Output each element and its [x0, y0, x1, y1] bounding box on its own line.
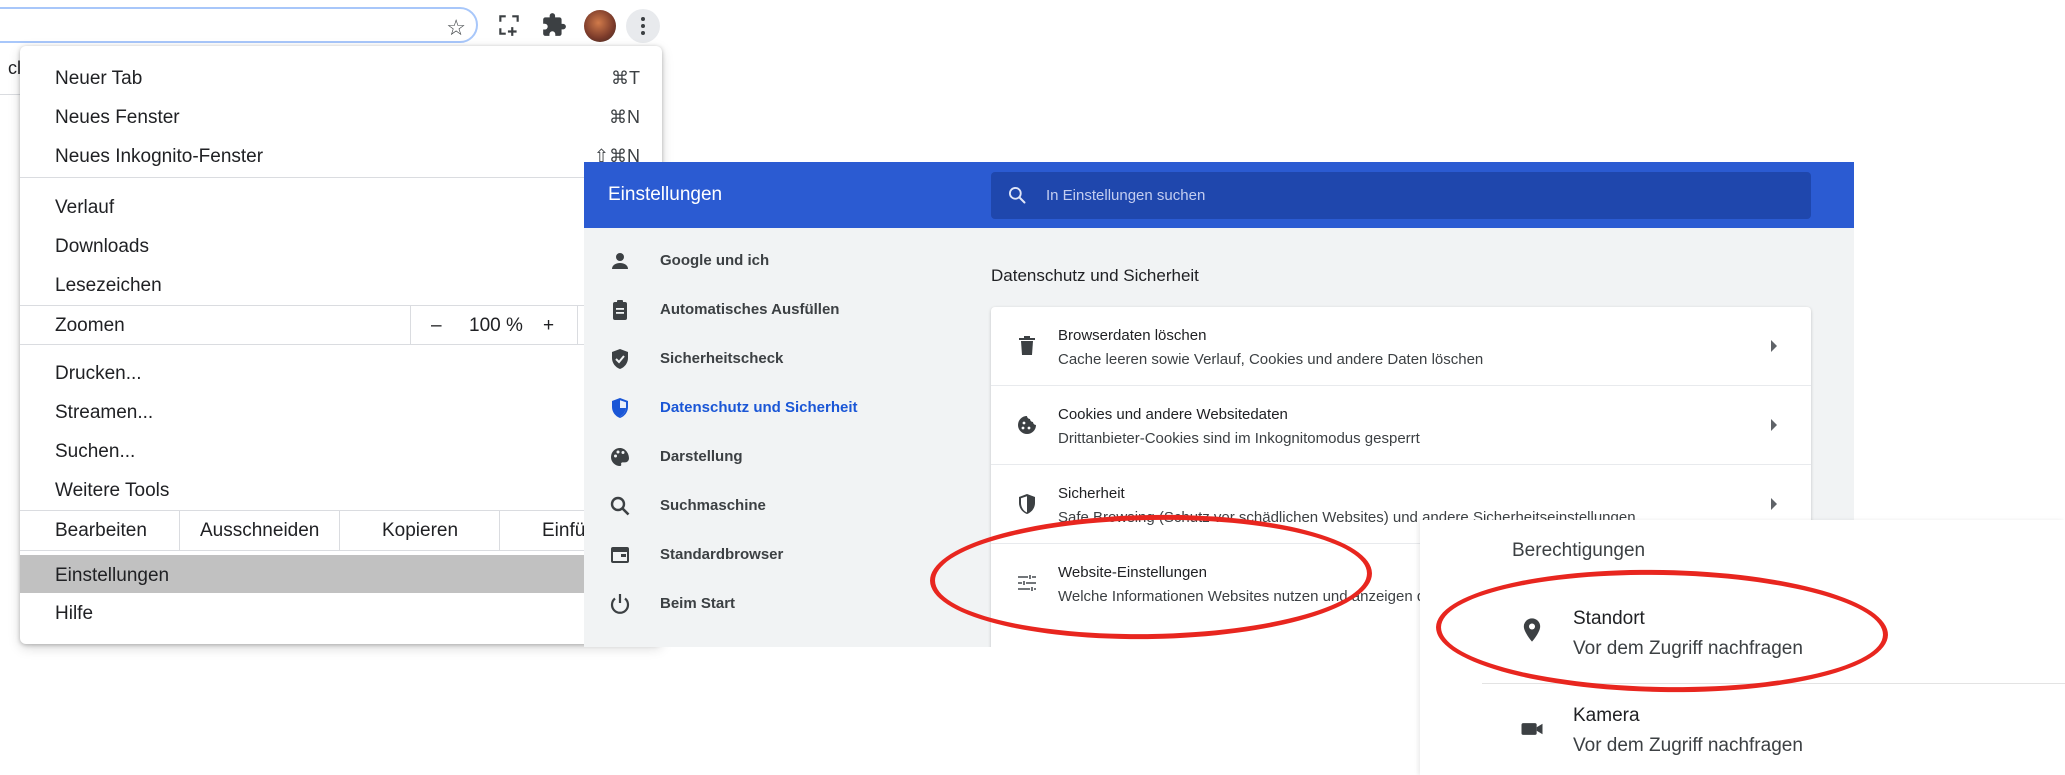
sidebar-item-appearance[interactable]: Darstellung [584, 437, 974, 477]
section-title: Datenschutz und Sicherheit [991, 266, 1199, 285]
chevron-right-icon [1771, 498, 1777, 510]
shield-privacy-icon [608, 396, 632, 420]
clipboard-icon [608, 298, 632, 322]
palette-icon [608, 445, 632, 469]
shield-icon [1015, 492, 1039, 516]
browser-toolbar: ☆ [0, 0, 670, 52]
menu-item-label: Zoomen [55, 315, 125, 336]
chevron-right-icon [1771, 419, 1777, 431]
sidebar-item-label: Suchmaschine [660, 497, 766, 514]
sidebar-item-autofill[interactable]: Automatisches Ausfüllen [584, 290, 974, 330]
copy-button[interactable]: Kopieren [340, 510, 500, 550]
sidebar-item-label: Darstellung [660, 448, 743, 465]
menu-shortcut: ⌘N [609, 107, 640, 127]
extensions-puzzle-icon[interactable] [541, 12, 569, 40]
zoom-in-button[interactable]: + [543, 315, 554, 337]
menu-item-label: Neuer Tab [55, 68, 143, 89]
menu-item-label: Downloads [55, 236, 149, 257]
menu-item-new-window[interactable]: Neues Fenster ⌘N [20, 98, 662, 134]
more-menu-button[interactable] [626, 9, 660, 43]
menu-item-label: Suchen... [55, 441, 136, 462]
camera-icon [1518, 715, 1546, 743]
page-edge-divider [0, 94, 20, 95]
menu-item-cast[interactable]: Streamen... [20, 393, 662, 429]
zoom-divider [577, 306, 578, 344]
permission-subtitle: Vor dem Zugriff nachfragen [1573, 735, 1803, 756]
search-placeholder: In Einstellungen suchen [1046, 187, 1206, 204]
zoom-level: 100 % [469, 315, 523, 336]
menu-item-label: Neues Fenster [55, 107, 180, 128]
menu-item-label: Streamen... [55, 402, 154, 423]
menu-item-label: Kopieren [382, 520, 459, 541]
menu-divider [20, 344, 662, 345]
cut-button[interactable]: Ausschneiden [180, 510, 340, 550]
sidebar-item-default-browser[interactable]: Standardbrowser [584, 535, 974, 575]
address-bar[interactable]: ☆ [0, 7, 478, 43]
settings-row-clear-browsing-data[interactable]: Browserdaten löschen Cache leeren sowie … [991, 307, 1811, 385]
menu-item-history[interactable]: Verlauf [20, 188, 662, 224]
sidebar-item-google-und-ich[interactable]: Google und ich [584, 241, 974, 281]
permission-title: Kamera [1573, 705, 1640, 726]
menu-item-label: Drucken... [55, 363, 142, 384]
sidebar-item-privacy[interactable]: Datenschutz und Sicherheit [584, 388, 974, 428]
menu-item-zoom: Zoomen – 100 % + [20, 306, 662, 344]
sidebar-item-label: Google und ich [660, 252, 770, 269]
row-subtitle: Drittanbieter-Cookies sind im Inkognitom… [1058, 430, 1420, 447]
row-subtitle: Cache leeren sowie Verlauf, Cookies und … [1058, 351, 1484, 368]
menu-item-downloads[interactable]: Downloads [20, 227, 662, 263]
row-title: Cookies und andere Websitedaten [1058, 406, 1288, 423]
settings-search-input[interactable]: In Einstellungen suchen [991, 172, 1811, 219]
browser-window-icon [608, 543, 632, 567]
menu-item-label: Weitere Tools [55, 480, 170, 501]
cookie-icon [1015, 413, 1039, 437]
menu-item-label: Einstellungen [55, 565, 170, 586]
shield-check-icon [608, 347, 632, 371]
settings-header: Einstellungen In Einstellungen suchen [584, 162, 1854, 228]
trash-icon [1015, 334, 1039, 358]
settings-row-cookies[interactable]: Cookies und andere Websitedaten Drittanb… [991, 386, 1811, 464]
menu-divider [20, 177, 662, 178]
profile-avatar[interactable] [584, 10, 616, 42]
menu-item-label: Lesezeichen [55, 275, 162, 296]
menu-item-label: Neues Inkognito-Fenster [55, 146, 264, 167]
permissions-title: Berechtigungen [1512, 540, 1646, 561]
zoom-out-button[interactable]: – [431, 315, 442, 337]
menu-item-edit: Bearbeiten [20, 510, 180, 550]
menu-item-label: Ausschneiden [200, 520, 320, 541]
sidebar-item-label: Datenschutz und Sicherheit [660, 399, 858, 416]
menu-item-new-tab[interactable]: Neuer Tab ⌘T [20, 59, 662, 95]
bookmark-star-icon[interactable]: ☆ [446, 15, 466, 41]
menu-item-label: Hilfe [55, 603, 94, 624]
menu-item-more-tools[interactable]: Weitere Tools [20, 471, 662, 507]
menu-item-settings[interactable]: Einstellungen [20, 555, 662, 593]
row-title: Browserdaten löschen [1058, 327, 1207, 344]
menu-item-help[interactable]: Hilfe [20, 594, 662, 630]
sidebar-item-on-startup[interactable]: Beim Start [584, 584, 974, 624]
menu-item-print[interactable]: Drucken... [20, 354, 662, 390]
menu-item-label: Verlauf [55, 197, 115, 218]
sidebar-item-label: Sicherheitscheck [660, 350, 784, 367]
menu-item-new-incognito[interactable]: Neues Inkognito-Fenster ⇧⌘N [20, 137, 662, 173]
settings-title: Einstellungen [608, 184, 723, 205]
sidebar-item-label: Standardbrowser [660, 546, 784, 563]
menu-shortcut: ⌘T [611, 68, 640, 88]
search-icon [1007, 185, 1027, 205]
sidebar-item-search-engine[interactable]: Suchmaschine [584, 486, 974, 526]
menu-item-find[interactable]: Suchen... [20, 432, 662, 468]
chevron-right-icon [1771, 340, 1777, 352]
menu-item-bookmarks[interactable]: Lesezeichen [20, 266, 662, 302]
menu-edit-row: Bearbeiten Ausschneiden Kopieren Einfü [20, 510, 662, 550]
menu-divider [20, 550, 662, 551]
menu-item-label: Bearbeiten [55, 520, 147, 541]
sidebar-item-safety-check[interactable]: Sicherheitscheck [584, 339, 974, 379]
row-title: Sicherheit [1058, 485, 1125, 502]
screenshot-capture-icon[interactable] [496, 12, 524, 40]
menu-item-label: Einfü [542, 520, 586, 541]
chrome-main-menu: Neuer Tab ⌘T Neues Fenster ⌘N Neues Inko… [20, 46, 662, 644]
person-icon [608, 249, 632, 273]
sidebar-item-label: Beim Start [660, 595, 736, 612]
sidebar-item-label: Automatisches Ausfüllen [660, 301, 840, 318]
power-icon [608, 592, 632, 616]
search-icon [608, 494, 632, 518]
